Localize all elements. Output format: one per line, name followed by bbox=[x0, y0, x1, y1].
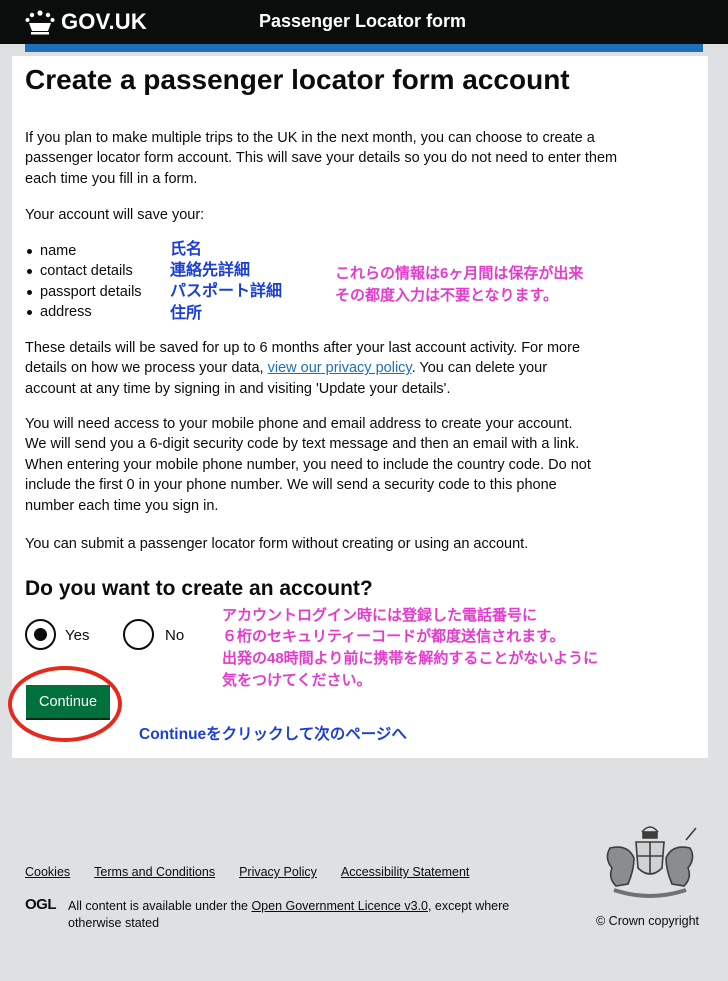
royal-coat-of-arms-icon bbox=[598, 818, 702, 909]
crown-copyright: © Crown copyright bbox=[596, 914, 699, 928]
header-accent-bar bbox=[25, 44, 703, 52]
radio-yes[interactable] bbox=[25, 619, 56, 650]
privacy-paragraph: These details will be saved for up to 6 … bbox=[25, 338, 585, 399]
site-header: GOV.UK Passenger Locator form bbox=[0, 0, 728, 44]
licence-text: All content is available under the Open … bbox=[68, 898, 538, 932]
submit-paragraph: You can submit a passenger locator form … bbox=[25, 536, 529, 552]
annotation-security-line3: 出発の48時間より前に携帯を解約することがないように bbox=[222, 650, 599, 667]
brand-text: GOV.UK bbox=[61, 9, 147, 34]
annotation-jp-passport: パスポート詳細 bbox=[170, 283, 283, 300]
annotation-jp-contact: 連絡先詳細 bbox=[170, 262, 251, 279]
privacy-policy-link[interactable]: view our privacy policy bbox=[268, 360, 412, 376]
list-item-name: name bbox=[26, 241, 76, 262]
annotation-security-line4: 気をつけてください。 bbox=[222, 672, 372, 689]
crown-icon bbox=[25, 9, 55, 35]
radio-no-label[interactable]: No bbox=[165, 627, 184, 644]
govuk-logo-link[interactable]: GOV.UK bbox=[25, 8, 147, 36]
annotation-saved-line1: これらの情報は6ヶ月間は保存が出来 bbox=[335, 265, 584, 282]
annotation-saved-line2: その都度入力は不要となります。 bbox=[335, 287, 559, 304]
list-item-passport: passport details bbox=[27, 282, 142, 303]
radio-no[interactable] bbox=[123, 619, 154, 650]
main-content: Create a passenger locator form account … bbox=[8, 56, 708, 758]
footer-links: Cookies Terms and Conditions Privacy Pol… bbox=[25, 865, 469, 879]
question-heading: Do you want to create an account? bbox=[25, 577, 373, 600]
annotation-jp-address: 住所 bbox=[170, 305, 203, 322]
footer-link-cookies[interactable]: Cookies bbox=[25, 865, 70, 879]
list-item-address: address bbox=[27, 302, 92, 323]
ogl-logo: OGL bbox=[25, 896, 57, 913]
annotation-highlight-ring bbox=[8, 666, 122, 742]
list-item-contact: contact details bbox=[27, 261, 133, 282]
licence-text-start: All content is available under the bbox=[68, 899, 252, 913]
annotation-jp-name: 氏名 bbox=[170, 241, 203, 258]
service-name-link[interactable]: Passenger Locator form bbox=[259, 11, 466, 32]
intro-paragraph: If you plan to make multiple trips to th… bbox=[25, 130, 618, 187]
footer-link-privacy[interactable]: Privacy Policy bbox=[239, 865, 317, 879]
annotation-continue: Continueをクリックして次のページへ bbox=[139, 726, 407, 743]
footer-link-accessibility[interactable]: Accessibility Statement bbox=[341, 865, 470, 879]
save-heading: Your account will save your: bbox=[25, 207, 205, 223]
annotation-security-line1: アカウントログイン時には登録した電話番号に bbox=[222, 607, 538, 624]
radio-yes-label[interactable]: Yes bbox=[65, 627, 89, 644]
footer-link-terms[interactable]: Terms and Conditions bbox=[94, 865, 215, 879]
ogl-licence-link[interactable]: Open Government Licence v3.0 bbox=[251, 899, 428, 913]
page-title: Create a passenger locator form account bbox=[25, 64, 570, 95]
access-paragraph: You will need access to your mobile phon… bbox=[25, 416, 591, 514]
annotation-security-line2: ６桁のセキュリティーコードが都度送信されます。 bbox=[222, 628, 565, 645]
